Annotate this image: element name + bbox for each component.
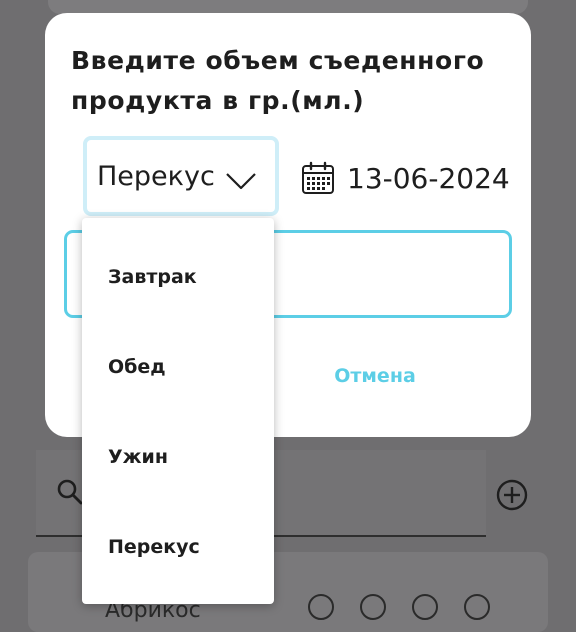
date-value: 13-06-2024 <box>347 161 510 195</box>
dialog-title: Введите объем съеденного продукта в гр.(… <box>71 46 485 115</box>
cancel-button[interactable]: Отмена <box>315 358 435 394</box>
background-card <box>48 0 528 14</box>
chevron-down-icon <box>226 173 256 190</box>
dropdown-option-breakfast[interactable]: Завтрак <box>82 232 274 322</box>
search-icon <box>57 479 83 505</box>
dropdown-option-dinner[interactable]: Ужин <box>82 412 274 502</box>
food-item-actions <box>308 594 490 620</box>
heart-icon[interactable] <box>360 594 386 620</box>
date-picker[interactable]: 13-06-2024 <box>301 161 510 195</box>
dropdown-option-lunch[interactable]: Обед <box>82 322 274 412</box>
meal-type-value: Перекус <box>97 160 215 192</box>
meal-type-dropdown: Завтрак Обед Ужин Перекус <box>82 218 274 604</box>
calendar-icon <box>302 161 334 194</box>
meal-type-select[interactable]: Перекус <box>83 136 279 216</box>
dropdown-option-snack[interactable]: Перекус <box>82 502 274 592</box>
filter-icon[interactable] <box>464 594 490 620</box>
add-circle-icon[interactable] <box>495 478 529 512</box>
edit-icon[interactable] <box>308 594 334 620</box>
info-icon[interactable] <box>412 594 438 620</box>
